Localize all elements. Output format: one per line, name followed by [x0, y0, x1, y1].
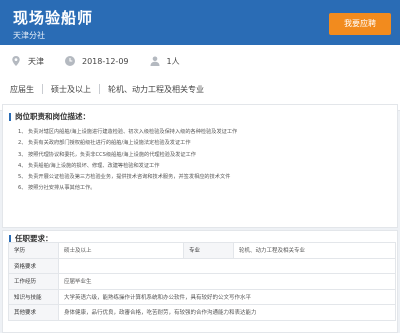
- cell-value: 身体健康，品行优良，政審合格，吃苦耐劳，有较强的合作沟通能力和表达能力: [58, 304, 396, 321]
- job-header: 现场验船师 天津分社 我要应聘: [0, 0, 400, 45]
- tag-divider: [42, 84, 43, 94]
- headcount-text: 1人: [166, 56, 180, 66]
- job-meta: 天津 2018-12-09 1人 应届生 硕士及以上 轮机、动力工程及相关专业: [0, 45, 400, 111]
- apply-button[interactable]: 我要应聘: [329, 13, 391, 35]
- meta-tags: 应届生 硕士及以上 轮机、动力工程及相关专业: [10, 82, 204, 96]
- table-row: 资格要求: [8, 257, 396, 274]
- requirements-panel: 任职要求： 学历 硕士及以上 专业 轮机、动力工程及相关专业 资格要求 工作经历…: [2, 230, 398, 333]
- tag-experience: 应届生: [10, 84, 34, 94]
- cell-value: 轮机、动力工程及相关专业: [233, 242, 396, 259]
- cell-label: 资格要求: [8, 257, 59, 274]
- cell-value: 硕士及以上: [58, 242, 184, 259]
- requirements-table: 学历 硕士及以上 专业 轮机、动力工程及相关专业 资格要求 工作经历 应届毕业生…: [8, 242, 396, 321]
- cell-label: 工作经历: [8, 273, 59, 290]
- list-item: 4、 负责船舶/海上设施的损坏、修理、改建等检验和发证工作: [18, 162, 160, 169]
- cell-label: 学历: [8, 242, 59, 259]
- list-item: 1、 负责对辖区内船舶/海上设施进行建造检验、初次入级检验及保持入级的各种检验及发…: [18, 129, 238, 135]
- table-row: 学历 硕士及以上 专业 轮机、动力工程及相关专业: [8, 242, 396, 259]
- table-row: 工作经历 应届毕业生: [8, 273, 396, 290]
- cell-value: 应届毕业生: [58, 273, 396, 290]
- cell-label: 知识与技能: [8, 288, 59, 305]
- company-name[interactable]: 天津分社: [13, 30, 45, 41]
- list-item: 6、 按照分社安排从事其他工作。: [18, 185, 96, 192]
- cell-label: 专业: [183, 242, 234, 259]
- clock-icon: [64, 55, 76, 67]
- meta-row-primary: 天津 2018-12-09 1人: [10, 54, 200, 68]
- cell-label: 其他要求: [8, 304, 59, 321]
- cell-value: 大学英语六级，能熟练操作计算机系统和办公软件，具有较好的公文写作水平: [58, 288, 396, 305]
- table-row: 其他要求 身体健康，品行优良，政審合格，吃苦耐劳，有较强的合作沟通能力和表达能力: [8, 304, 396, 321]
- duties-heading-text: 岗位职责和岗位描述：: [15, 112, 90, 121]
- date-item: 2018-12-09: [64, 55, 129, 67]
- list-item: 2、 负责有关政府部门授权船级社进行的船舶/海上设施法定检验及发证工作: [18, 140, 191, 147]
- list-item: 5、 负责开展公证检验及第三方检验业务，提供技术咨询和技术服务，并签发相应的技术文…: [18, 174, 231, 181]
- cell-value: [58, 257, 396, 274]
- duties-panel: 岗位职责和岗位描述： 1、 负责对辖区内船舶/海上设施进行建造检验、初次入级检验及…: [2, 104, 398, 228]
- person-icon: [149, 55, 161, 67]
- duties-heading: 岗位职责和岗位描述：: [9, 111, 90, 122]
- location-item: 天津: [10, 55, 44, 67]
- location-pin-icon: [10, 55, 22, 67]
- table-row: 知识与技能 大学英语六级，能熟练操作计算机系统和办公软件，具有较好的公文写作水平: [8, 288, 396, 305]
- duties-list: 1、 负责对辖区内船舶/海上设施进行建造检验、初次入级检验及保持入级的各种检验及发…: [18, 127, 237, 195]
- publish-date: 2018-12-09: [82, 56, 129, 66]
- tag-divider: [99, 84, 100, 94]
- tag-major: 轮机、动力工程及相关专业: [108, 84, 204, 94]
- job-title: 现场验船师: [13, 9, 94, 27]
- list-item: 3、 按照代理协议和委托，负责非CCS级船舶/海上设施的代理检验及发证工作: [18, 151, 196, 158]
- tag-education: 硕士及以上: [51, 84, 91, 94]
- heading-accent-bar: [9, 112, 11, 121]
- headcount-item: 1人: [149, 55, 180, 67]
- location-text: 天津: [28, 56, 44, 66]
